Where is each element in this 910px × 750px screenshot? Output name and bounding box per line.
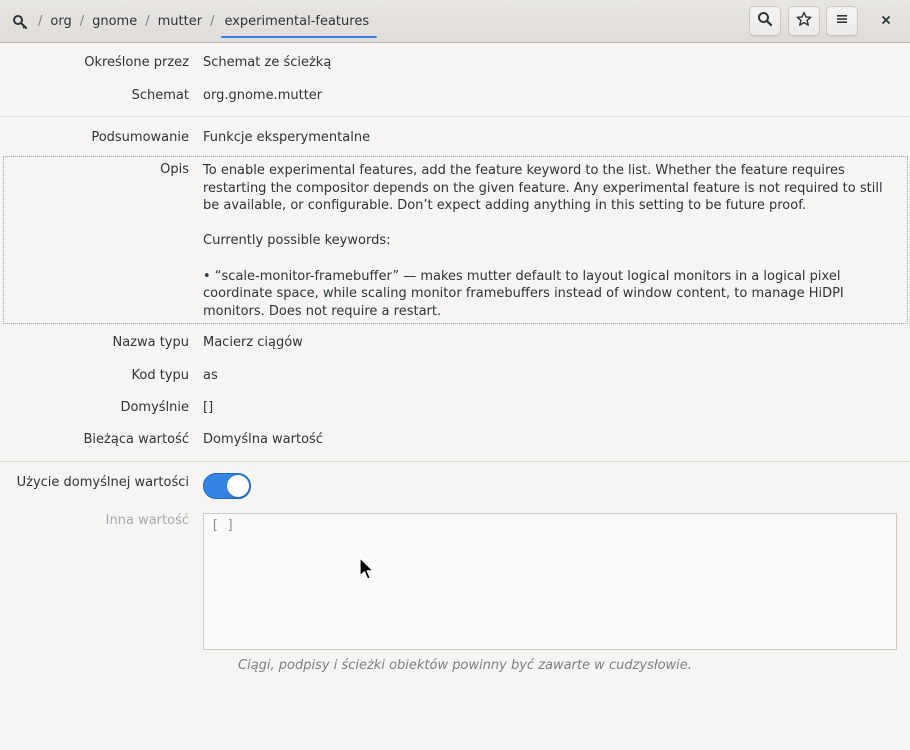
use-default-switch[interactable] (203, 473, 251, 499)
close-button[interactable] (870, 6, 902, 36)
header-bar: / org / gnome / mutter / experimental-fe… (0, 0, 910, 43)
breadcrumb-separator: / (38, 14, 43, 29)
custom-value-textview[interactable]: [ ] (203, 513, 897, 650)
description-paragraph: To enable experimental features, add the… (203, 163, 883, 214)
mouse-pointer-icon (359, 557, 375, 585)
defined-by-label: Określone przez (84, 55, 189, 70)
current-value-label: Bieżąca wartość (83, 432, 189, 447)
description-label: Opis (160, 162, 189, 177)
defined-by-row: Określone przez Schemat ze ścieżką (0, 55, 910, 73)
description-text: To enable experimental features, add the… (203, 162, 893, 320)
breadcrumb-separator: / (145, 14, 150, 29)
breadcrumb-item-gnome[interactable]: gnome (90, 14, 139, 29)
current-value-row: Bieżąca wartość Domyślna wartość (0, 432, 910, 450)
custom-value-label: Inna wartość (105, 513, 189, 528)
breadcrumb-item-org[interactable]: org (48, 14, 73, 29)
type-name-label: Nazwa typu (112, 335, 189, 350)
default-label: Domyślnie (120, 400, 189, 415)
hamburger-menu-icon (835, 12, 849, 30)
search-button[interactable] (749, 6, 781, 36)
default-value: [] (203, 400, 214, 415)
current-value-value: Domyślna wartość (203, 432, 323, 447)
close-icon (881, 14, 891, 29)
custom-value-text: [ ] (211, 518, 235, 533)
use-default-label: Użycie domyślnej wartości (16, 475, 189, 490)
breadcrumb-item-experimental-features[interactable]: experimental-features (220, 14, 377, 38)
type-code-row: Kod typu as (0, 368, 910, 386)
type-name-value: Macierz ciągów (203, 335, 303, 350)
schema-row: Schemat org.gnome.mutter (0, 88, 910, 106)
search-icon (757, 11, 773, 31)
custom-value-hint: Ciągi, podpisy i ścieżki obiektów powinn… (238, 658, 692, 673)
breadcrumb-item-mutter[interactable]: mutter (156, 14, 204, 29)
section-divider (0, 116, 910, 117)
star-icon (796, 11, 812, 31)
search-key-icon[interactable] (8, 10, 32, 34)
schema-value: org.gnome.mutter (203, 88, 323, 103)
defined-by-value: Schemat ze ścieżką (203, 55, 332, 70)
summary-value: Funkcje eksperymentalne (203, 130, 371, 145)
type-code-label: Kod typu (131, 368, 190, 383)
breadcrumb: / org / gnome / mutter / experimental-fe… (8, 0, 377, 43)
schema-label: Schemat (131, 88, 189, 103)
dconf-editor-window: / org / gnome / mutter / experimental-fe… (0, 0, 910, 750)
section-divider (0, 461, 910, 462)
menu-button[interactable] (826, 6, 858, 36)
summary-label: Podsumowanie (91, 130, 189, 145)
type-name-row: Nazwa typu Macierz ciągów (0, 335, 910, 353)
type-code-value: as (203, 368, 218, 383)
switch-knob (227, 475, 249, 497)
summary-row: Podsumowanie Funkcje eksperymentalne (0, 130, 910, 148)
description-paragraph: • “scale-monitor-framebuffer” — makes mu… (203, 268, 844, 319)
breadcrumb-separator: / (79, 14, 85, 29)
bookmark-button[interactable] (788, 6, 820, 36)
breadcrumb-separator: / (210, 14, 215, 29)
default-row: Domyślnie [] (0, 400, 910, 418)
use-default-row: Użycie domyślnej wartości (0, 475, 910, 493)
description-paragraph: Currently possible keywords: (203, 233, 391, 249)
